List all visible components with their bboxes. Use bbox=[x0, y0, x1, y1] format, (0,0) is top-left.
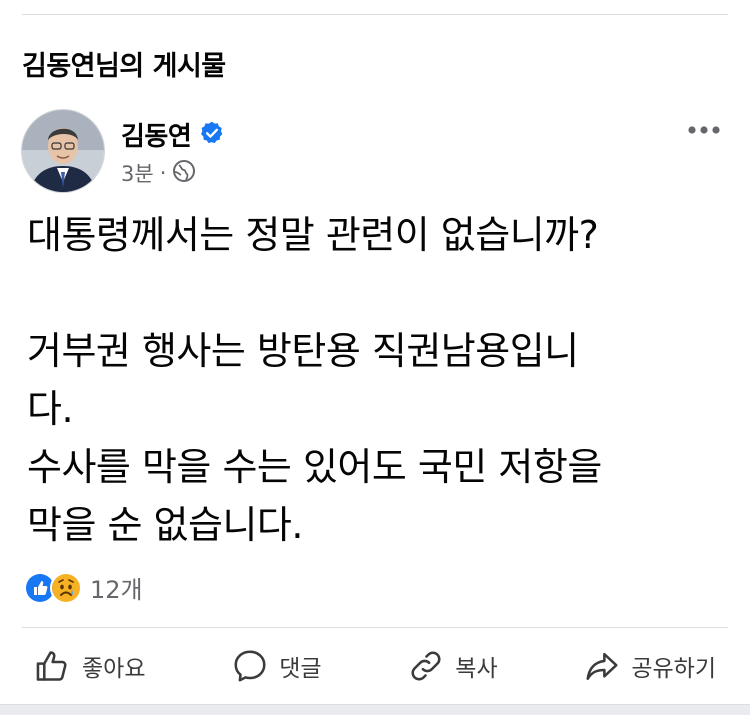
post-text: 대통령께서는 정말 관련이 없습니까? 거부권 행사는 방탄용 직권남용입니 다… bbox=[27, 213, 602, 547]
actions-divider bbox=[22, 627, 728, 628]
reaction-count: 12개 bbox=[90, 576, 143, 604]
bottom-separator bbox=[0, 704, 750, 715]
comment-label: 댓글 bbox=[279, 656, 322, 682]
link-icon bbox=[407, 647, 445, 685]
thumbs-up-icon bbox=[34, 647, 72, 685]
post-meta: 3분 · bbox=[121, 158, 196, 188]
like-button[interactable]: 좋아요 bbox=[22, 647, 157, 685]
avatar-image bbox=[22, 110, 104, 192]
globe-icon bbox=[172, 159, 196, 188]
author-row: 김동연 bbox=[121, 116, 225, 153]
action-bar: 좋아요 댓글 복사 공유하기 bbox=[22, 640, 728, 692]
more-dots-icon bbox=[688, 126, 720, 134]
post-time[interactable]: 3분 bbox=[121, 158, 154, 188]
author-name[interactable]: 김동연 bbox=[121, 116, 192, 153]
copy-label: 복사 bbox=[455, 656, 498, 682]
comment-bubble-icon bbox=[231, 647, 269, 685]
meta-separator: · bbox=[159, 161, 167, 185]
more-options-button[interactable] bbox=[686, 118, 722, 142]
sad-reaction-icon bbox=[50, 571, 82, 604]
verified-badge-icon bbox=[199, 120, 225, 150]
share-arrow-icon bbox=[583, 647, 621, 685]
reactions-summary[interactable]: 12개 bbox=[24, 570, 143, 605]
author-avatar[interactable] bbox=[22, 110, 104, 192]
copy-button[interactable]: 복사 bbox=[395, 647, 509, 685]
top-divider bbox=[22, 14, 728, 15]
share-label: 공유하기 bbox=[631, 656, 716, 682]
share-button[interactable]: 공유하기 bbox=[571, 647, 728, 685]
comment-button[interactable]: 댓글 bbox=[219, 647, 333, 685]
like-label: 좋아요 bbox=[82, 656, 146, 682]
page-title: 김동연님의 게시물 bbox=[22, 51, 226, 82]
